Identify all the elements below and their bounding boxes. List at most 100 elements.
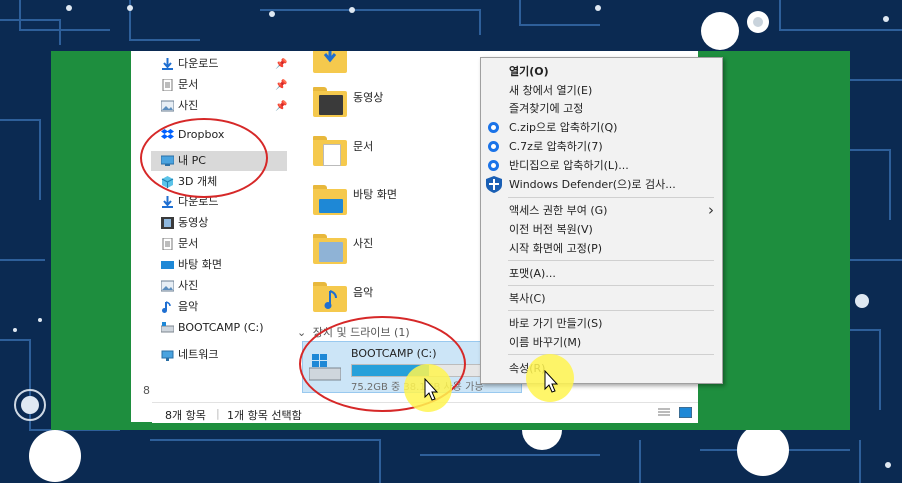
menu-item-rename[interactable]: 이름 바꾸기(M) xyxy=(481,333,722,352)
folder-downloads-partial[interactable] xyxy=(313,51,347,73)
folder-desktop[interactable] xyxy=(313,185,347,215)
nav-item-label: 음악 xyxy=(178,300,199,313)
menu-item-label: 이름 바꾸기(M) xyxy=(509,336,582,349)
menu-item-open[interactable]: 열기(O) xyxy=(481,62,722,81)
menu-item-bandizip[interactable]: 반디집으로 압축하기(L)... xyxy=(481,156,722,175)
picture-icon xyxy=(161,100,174,112)
menu-item-label: Windows Defender(으)로 검사... xyxy=(509,178,676,191)
nav-item-quick-pictures[interactable]: 사진 📌 xyxy=(151,96,287,116)
video-icon xyxy=(161,217,174,229)
nav-item-quick-documents[interactable]: 문서 📌 xyxy=(151,75,287,95)
mouse-pointer-icon xyxy=(424,378,439,401)
menu-item-create-shortcut[interactable]: 바로 가기 만들기(S) xyxy=(481,314,722,333)
nav-item-videos[interactable]: 동영상 xyxy=(151,213,287,233)
folder-label: 사진 xyxy=(353,237,374,250)
menu-item-label: 복사(C) xyxy=(509,292,546,305)
nav-item-desktop[interactable]: 바탕 화면 xyxy=(151,255,287,275)
picture-icon xyxy=(161,280,174,292)
nav-item-label: 사진 xyxy=(178,99,199,112)
picture-folder-icon xyxy=(319,242,343,262)
menu-item-7z[interactable]: C.7z로 압축하기(7) xyxy=(481,137,722,156)
bandizip-icon xyxy=(488,122,499,133)
menu-item-open-new-window[interactable]: 새 창에서 열기(E) xyxy=(481,81,722,100)
music-folder-icon xyxy=(324,290,337,309)
desktop-icon xyxy=(161,261,174,269)
chevron-right-icon: › xyxy=(708,201,714,219)
desktop-folder-icon xyxy=(319,199,343,213)
music-icon xyxy=(162,301,171,313)
chevron-down-icon[interactable]: ⌄ xyxy=(297,326,306,339)
folder-videos[interactable] xyxy=(313,87,347,117)
menu-item-format[interactable]: 포맷(A)... xyxy=(481,264,722,283)
folder-label: 바탕 화면 xyxy=(353,188,397,201)
status-divider: | xyxy=(216,407,220,420)
folder-label: 문서 xyxy=(353,140,374,153)
menu-item-label: 즐겨찾기에 고정 xyxy=(509,102,584,115)
context-menu: 열기(O) 새 창에서 열기(E) 즐겨찾기에 고정 C.zip으로 압축하기(… xyxy=(480,57,723,384)
nav-item-pictures[interactable]: 사진 xyxy=(151,276,287,296)
download-icon xyxy=(323,51,337,63)
menu-item-label: 포맷(A)... xyxy=(509,267,556,280)
network-icon xyxy=(161,350,174,361)
nav-item-label: BOOTCAMP (C:) xyxy=(178,321,264,334)
status-selected-count: 1개 항목 선택함 xyxy=(227,409,302,422)
download-icon xyxy=(162,58,173,70)
nav-item-music[interactable]: 음악 xyxy=(151,297,287,317)
menu-item-zip[interactable]: C.zip으로 압축하기(Q) xyxy=(481,118,722,137)
nav-item-label: 사진 xyxy=(178,279,199,292)
folder-documents[interactable] xyxy=(313,136,347,166)
pin-icon[interactable]: 📌 xyxy=(275,55,287,75)
document-icon xyxy=(162,238,173,250)
menu-separator xyxy=(508,260,714,261)
menu-item-pin-start[interactable]: 시작 화면에 고정(P) xyxy=(481,239,722,258)
video-folder-icon xyxy=(319,95,343,115)
document-folder-icon xyxy=(323,144,341,166)
menu-item-copy[interactable]: 복사(C) xyxy=(481,289,722,308)
nav-item-network[interactable]: 네트워크 xyxy=(151,345,287,365)
menu-separator xyxy=(508,197,714,198)
menu-item-pin-quick-access[interactable]: 즐겨찾기에 고정 xyxy=(481,99,722,118)
menu-item-label: 반디집으로 압축하기(L)... xyxy=(509,159,629,172)
folder-label: 음악 xyxy=(353,286,374,299)
folder-music[interactable] xyxy=(313,282,347,312)
menu-item-label: 이전 버전 복원(V) xyxy=(509,223,593,236)
status-item-count: 8개 항목 xyxy=(165,409,206,422)
details-view-icon[interactable] xyxy=(658,408,670,418)
explorer-left-margin xyxy=(131,51,152,401)
menu-item-label: 액세스 권한 부여 (G) xyxy=(509,204,608,217)
menu-separator xyxy=(508,354,714,355)
bandizip-icon xyxy=(488,160,499,171)
menu-item-label: C.zip으로 압축하기(Q) xyxy=(509,121,618,134)
bandizip-icon xyxy=(488,141,499,152)
nav-item-label: 네트워크 xyxy=(178,348,219,361)
nav-item-bootcamp-drive[interactable]: BOOTCAMP (C:) xyxy=(151,318,287,338)
nav-item-documents[interactable]: 문서 xyxy=(151,234,287,254)
pin-icon[interactable]: 📌 xyxy=(275,76,287,96)
nav-item-label: 다운로드 xyxy=(178,57,219,70)
nav-item-label: 문서 xyxy=(178,237,199,250)
nav-item-label: 동영상 xyxy=(178,216,209,229)
menu-item-label: C.7z로 압축하기(7) xyxy=(509,140,603,153)
download-icon xyxy=(162,196,173,208)
nav-item-label: 문서 xyxy=(178,78,199,91)
folder-label: 동영상 xyxy=(353,91,384,104)
document-icon xyxy=(162,79,173,91)
large-icons-view-icon[interactable] xyxy=(679,407,692,418)
menu-item-label: 열기(O) xyxy=(509,65,549,78)
drive-icon xyxy=(161,322,174,333)
nav-item-quick-downloads[interactable]: 다운로드 📌 xyxy=(151,54,287,74)
annotation-circle-this-pc xyxy=(140,118,268,198)
status-count-fragment: 8 xyxy=(143,384,150,397)
menu-item-label: 바로 가기 만들기(S) xyxy=(509,317,603,330)
folder-pictures[interactable] xyxy=(313,234,347,264)
menu-item-give-access[interactable]: 액세스 권한 부여 (G) › xyxy=(481,201,722,220)
menu-separator xyxy=(508,310,714,311)
nav-item-label: 바탕 화면 xyxy=(178,258,222,271)
menu-item-properties[interactable]: 속성(R) xyxy=(481,359,722,378)
navigation-pane: 다운로드 📌 문서 📌 사진 📌 Dropbox 내 PC 3D 개체 다운로드… xyxy=(151,51,287,422)
menu-item-label: 새 창에서 열기(E) xyxy=(509,84,593,97)
menu-item-defender-scan[interactable]: Windows Defender(으)로 검사... xyxy=(481,175,722,194)
pin-icon[interactable]: 📌 xyxy=(275,97,287,117)
menu-item-restore-versions[interactable]: 이전 버전 복원(V) xyxy=(481,220,722,239)
mouse-pointer-icon xyxy=(544,370,559,393)
